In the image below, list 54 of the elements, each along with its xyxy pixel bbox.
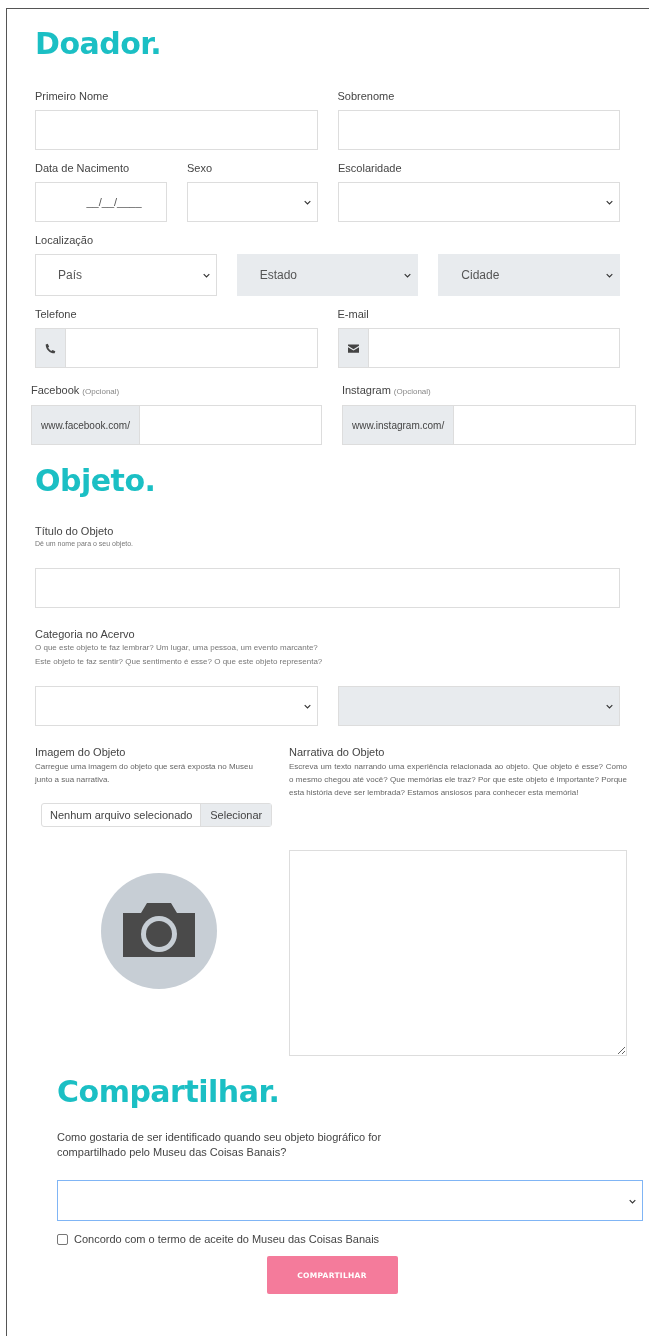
optional-note: (Opcional)	[82, 387, 120, 396]
field-hint: Escreva um texto narrando uma experiência relacionada ao objeto. Que objeto é esse? Como o mesmo chegou até você? Que memórias ele traz? Por que este objeto é importante? Porque esta história deve ser lembrada? Estamos ansiosos para conhecer esta memória!	[289, 761, 627, 799]
section-title: Compartilhar.	[57, 1074, 281, 1110]
text-field[interactable]	[35, 110, 318, 150]
url-field[interactable]: www.facebook.com/	[31, 405, 322, 445]
narrative-textarea[interactable]	[289, 850, 627, 1056]
field-hint: Este objeto te faz sentir? Que sentimento é esse? O que este objeto representa?	[35, 656, 324, 668]
text-field[interactable]	[337, 110, 620, 150]
optional-note: (Opcional)	[393, 387, 431, 396]
file-input[interactable]: Nenhum arquivo selecionado Selecionar	[41, 803, 272, 827]
chevron-icon	[404, 273, 412, 278]
phone-icon	[45, 342, 56, 354]
chevron-icon	[202, 273, 210, 278]
url-prefix: www.instagram.com/	[342, 406, 455, 444]
field-label: Instagram	[341, 384, 391, 396]
field-label: Sexo	[187, 162, 213, 174]
field-label: E-mail	[337, 308, 369, 320]
field-label: Imagem do Objeto	[35, 746, 127, 759]
chevron-icon	[606, 200, 613, 205]
camera-icon	[101, 873, 217, 989]
field-label: Primeiro Nome	[35, 90, 109, 102]
field-hint: O que este objeto te faz lembrar? Um lugar, uma pessoa, um evento marcante?	[35, 642, 319, 654]
field-label: Escolaridade	[338, 162, 402, 174]
field-label: Categoria no Acervo	[35, 628, 136, 641]
chevron-icon	[606, 273, 613, 278]
phone-field[interactable]	[35, 328, 318, 368]
field-label: Telefone	[35, 308, 77, 320]
section-title: Objeto.	[35, 463, 157, 499]
select-field[interactable]: País	[35, 254, 217, 296]
url-field[interactable]: www.instagram.com/	[341, 405, 637, 445]
select-field[interactable]	[187, 182, 318, 222]
envelope-icon	[347, 343, 359, 353]
url-prefix: www.facebook.com/	[32, 406, 140, 444]
field-label: Narrativa do Objeto	[289, 746, 386, 759]
select-field[interactable]	[57, 1180, 643, 1221]
date-field[interactable]: __/__/____	[35, 182, 167, 222]
field-label: Localização	[35, 234, 95, 247]
select-field[interactable]	[338, 182, 620, 222]
text-field[interactable]	[35, 568, 620, 608]
checkbox[interactable]	[57, 1233, 68, 1245]
chevron-icon	[303, 704, 311, 709]
field-label: Data de Nacimento	[35, 162, 130, 174]
field-label: Sobrenome	[337, 90, 395, 102]
email-field[interactable]	[337, 328, 620, 368]
section-title: Doador.	[35, 26, 163, 62]
chevron-icon	[629, 1198, 636, 1204]
field-hint: Carregue uma imagem do objeto que será exposta no Museu junto a sua narrativa.	[35, 761, 254, 786]
chevron-icon	[606, 704, 613, 709]
field-label: Título do Objeto	[35, 525, 115, 538]
select-field[interactable]	[35, 686, 318, 726]
checkbox-label: Concordo com o termo de aceite do Museu das Coisas Banais	[74, 1233, 380, 1245]
field-label: Facebook	[31, 384, 80, 396]
chevron-icon	[304, 200, 311, 205]
question-text: Como gostaria de ser identificado quando seu objeto biográfico for compartilhado pelo Museu das Coisas Banais?	[57, 1130, 383, 1160]
